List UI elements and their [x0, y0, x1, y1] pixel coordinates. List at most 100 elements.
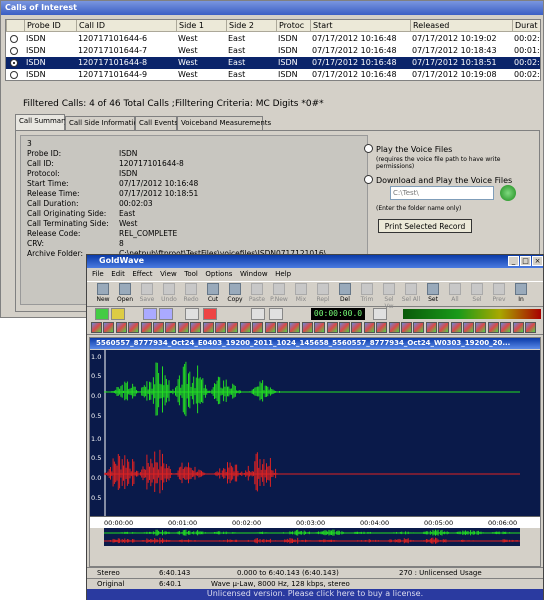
- toolbar-trim-button[interactable]: Trim: [357, 283, 377, 306]
- toolbar-save-button[interactable]: Save: [137, 283, 157, 306]
- fast-forward-icon[interactable]: [159, 308, 173, 320]
- toolbar-repl-button[interactable]: Repl: [313, 283, 333, 306]
- effect-icon[interactable]: [475, 322, 487, 333]
- col-header[interactable]: Durat: [512, 20, 540, 32]
- effect-icon[interactable]: [487, 322, 499, 333]
- volume-icon[interactable]: [373, 308, 387, 320]
- download-play-radio[interactable]: [364, 175, 373, 184]
- effect-icon[interactable]: [500, 322, 512, 333]
- toolbar-paste-button[interactable]: Paste: [247, 283, 267, 306]
- table-row[interactable]: ISDN 120717101644-7 West East ISDN 07/17/2012…: [6, 45, 540, 57]
- effect-icon[interactable]: [202, 322, 214, 333]
- col-header[interactable]: Call ID: [76, 20, 176, 32]
- effect-icon[interactable]: [264, 322, 276, 333]
- play-voice-radio[interactable]: [364, 144, 373, 153]
- tab-call-summary[interactable]: Call Summary: [15, 114, 68, 130]
- row-radio[interactable]: [10, 71, 18, 79]
- col-header[interactable]: Protoc: [276, 20, 310, 32]
- col-header[interactable]: Start: [310, 20, 410, 32]
- print-selected-record-button[interactable]: Print Selected Record: [378, 219, 472, 233]
- rewind-icon[interactable]: [143, 308, 157, 320]
- loop-icon[interactable]: [269, 308, 283, 320]
- effect-icon[interactable]: [425, 322, 437, 333]
- row-radio[interactable]: [10, 59, 18, 67]
- toolbar-sel-all-button[interactable]: Sel All: [401, 283, 421, 306]
- toolbar-undo-button[interactable]: Undo: [159, 283, 179, 306]
- toolbar-redo-button[interactable]: Redo: [181, 283, 201, 306]
- overview-bar[interactable]: [104, 528, 520, 546]
- col-header[interactable]: Side 1: [176, 20, 226, 32]
- table-row[interactable]: ISDN 120717101644-6 West East ISDN 07/17/2012…: [6, 33, 540, 45]
- effect-icon[interactable]: [301, 322, 313, 333]
- record-icon[interactable]: [203, 308, 217, 320]
- effect-icon[interactable]: [326, 322, 338, 333]
- close-button[interactable]: ×: [532, 256, 543, 266]
- table-row[interactable]: ISDN 120717101644-8 West East ISDN 07/17/2012…: [6, 57, 540, 69]
- effect-icon[interactable]: [190, 322, 202, 333]
- effect-icon[interactable]: [252, 322, 264, 333]
- effect-icon[interactable]: [413, 322, 425, 333]
- menu-options[interactable]: Options: [205, 270, 232, 278]
- waveform-display[interactable]: [104, 350, 520, 516]
- effect-icon[interactable]: [165, 322, 177, 333]
- effect-icon[interactable]: [115, 322, 127, 333]
- pause-icon[interactable]: [185, 308, 199, 320]
- effect-icon[interactable]: [177, 322, 189, 333]
- menu-help[interactable]: Help: [275, 270, 291, 278]
- effect-icon[interactable]: [153, 322, 164, 333]
- effect-icon[interactable]: [239, 322, 251, 333]
- row-radio[interactable]: [10, 35, 18, 43]
- toolbar-mix-button[interactable]: Mix: [291, 283, 311, 306]
- effect-icon[interactable]: [215, 322, 226, 333]
- effect-icon[interactable]: [463, 322, 474, 333]
- maximize-button[interactable]: □: [520, 256, 531, 266]
- folder-input[interactable]: C:\Test\: [390, 186, 494, 200]
- tab-call-events[interactable]: Call Events: [135, 116, 178, 130]
- toolbar-set-button[interactable]: Set: [423, 283, 443, 306]
- effect-icon[interactable]: [339, 322, 350, 333]
- effect-icon[interactable]: [91, 322, 102, 333]
- menu-window[interactable]: Window: [240, 270, 268, 278]
- play-selection-icon[interactable]: [111, 308, 125, 320]
- minimize-button[interactable]: _: [508, 256, 519, 266]
- row-radio[interactable]: [10, 47, 18, 55]
- effect-icon[interactable]: [140, 322, 152, 333]
- col-header[interactable]: Side 2: [226, 20, 276, 32]
- effect-icon[interactable]: [376, 322, 388, 333]
- menu-effect[interactable]: Effect: [132, 270, 152, 278]
- effect-icon[interactable]: [227, 322, 239, 333]
- stop-icon[interactable]: [251, 308, 265, 320]
- toolbar-in-button[interactable]: In: [511, 283, 531, 306]
- toolbar-sel-vw-button[interactable]: Sel Vw: [379, 283, 399, 310]
- menu-tool[interactable]: Tool: [184, 270, 198, 278]
- effect-icon[interactable]: [289, 322, 301, 333]
- toolbar-prev-button[interactable]: Prev: [489, 283, 509, 306]
- toolbar-open-button[interactable]: Open: [115, 283, 135, 306]
- toolbar-p-new-button[interactable]: P.New: [269, 283, 289, 306]
- effect-icon[interactable]: [128, 322, 140, 333]
- effect-icon[interactable]: [351, 322, 363, 333]
- toolbar-all-button[interactable]: All: [445, 283, 465, 306]
- tab-voiceband-measurements[interactable]: Voiceband Measurements: [177, 116, 271, 130]
- effect-icon[interactable]: [512, 322, 524, 333]
- menu-view[interactable]: View: [160, 270, 177, 278]
- toolbar-new-button[interactable]: New: [93, 283, 113, 306]
- col-header[interactable]: Probe ID: [24, 20, 76, 32]
- menu-file[interactable]: File: [92, 270, 104, 278]
- toolbar-cut-button[interactable]: Cut: [203, 283, 223, 306]
- effect-icon[interactable]: [525, 322, 536, 333]
- calls-grid[interactable]: Probe ID Call ID Side 1 Side 2 Protoc St…: [5, 19, 541, 81]
- effect-icon[interactable]: [450, 322, 462, 333]
- col-header[interactable]: Released: [410, 20, 512, 32]
- menu-edit[interactable]: Edit: [111, 270, 125, 278]
- play-icon[interactable]: [95, 308, 109, 320]
- table-row[interactable]: ISDN 120717101644-9 West East ISDN 07/17/2012…: [6, 69, 540, 80]
- toolbar-del-button[interactable]: Del: [335, 283, 355, 306]
- toolbar-copy-button[interactable]: Copy: [225, 283, 245, 306]
- go-button[interactable]: [500, 185, 516, 201]
- unlicensed-banner[interactable]: Unlicensed version. Please click here to…: [87, 589, 543, 600]
- tab-call-side-information[interactable]: Call Side Information: [65, 116, 142, 130]
- effect-icon[interactable]: [363, 322, 375, 333]
- effect-icon[interactable]: [314, 322, 326, 333]
- effect-icon[interactable]: [438, 322, 450, 333]
